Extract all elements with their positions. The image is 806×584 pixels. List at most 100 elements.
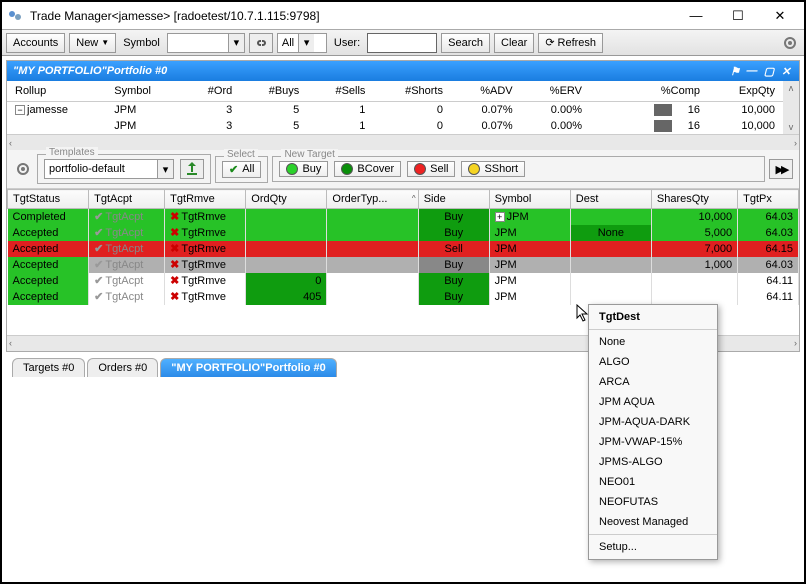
col-erv[interactable]: %ERV <box>521 81 590 102</box>
summary-row[interactable]: JPM 3 5 1 0 0.07% 0.00% 16 10,000 <box>7 118 783 134</box>
col-symbol[interactable]: Symbol <box>106 81 182 102</box>
all-combo[interactable]: All ▾ <box>277 33 327 53</box>
action-bar: Templates portfolio-default ▾ Select ✔ A… <box>7 150 799 189</box>
col-expqty[interactable]: ExpQty <box>708 81 783 102</box>
menu-item[interactable]: JPM-VWAP-15% <box>589 432 717 452</box>
chevron-down-icon[interactable]: ▾ <box>298 34 314 52</box>
symbol-combo[interactable]: ▾ <box>167 33 245 53</box>
fastforward-icon[interactable]: ▶▶ <box>769 159 793 179</box>
menu-item[interactable]: ALGO <box>589 352 717 372</box>
col-adv[interactable]: %ADV <box>451 81 521 102</box>
detail-table: TgtStatus TgtAcpt TgtRmve OrdQty OrderTy… <box>7 189 799 305</box>
darkgreen-dot-icon <box>341 163 353 175</box>
summary-table: Rollup Symbol #Ord #Buys #Sells #Shorts … <box>7 81 783 134</box>
sshort-button[interactable]: SShort <box>461 161 525 177</box>
col-symbol[interactable]: Symbol <box>489 190 570 209</box>
panel-title: "MY PORTFOLIO"Portfolio #0 <box>13 65 167 77</box>
tab-orders[interactable]: Orders #0 <box>87 358 158 377</box>
col-tgtacpt[interactable]: TgtAcpt <box>89 190 165 209</box>
bcover-button[interactable]: BCover <box>334 161 401 177</box>
gear-icon[interactable] <box>13 159 33 179</box>
col-shorts[interactable]: #Shorts <box>373 81 451 102</box>
symbol-input[interactable] <box>168 34 228 52</box>
menu-item[interactable]: None <box>589 332 717 352</box>
col-ordqty[interactable]: OrdQty <box>246 190 327 209</box>
chevron-down-icon: ▼ <box>101 38 109 47</box>
table-row[interactable]: Completed✔TgtAcpt✖TgtRmveBuy+JPM10,00064… <box>8 209 799 225</box>
menu-item[interactable]: JPM-AQUA-DARK <box>589 412 717 432</box>
col-buys[interactable]: #Buys <box>240 81 307 102</box>
col-tgtpx[interactable]: TgtPx <box>738 190 799 209</box>
chevron-down-icon[interactable]: ▾ <box>157 160 173 178</box>
panel-titlebar: "MY PORTFOLIO"Portfolio #0 ⚑ — ▢ ✕ <box>7 61 799 81</box>
tgtdest-context-menu[interactable]: TgtDest NoneALGOARCAJPM AQUAJPM-AQUA-DAR… <box>588 304 718 560</box>
scroll-up-icon[interactable]: ʌ <box>789 83 794 93</box>
main-toolbar: Accounts New ▼ Symbol ▾ All ▾ User: Sear… <box>2 30 804 56</box>
col-dest[interactable]: Dest <box>570 190 651 209</box>
clear-button[interactable]: Clear <box>494 33 534 53</box>
link-icon[interactable] <box>249 33 273 53</box>
col-sells[interactable]: #Sells <box>307 81 373 102</box>
table-row[interactable]: Accepted✔TgtAcpt✖TgtRmveBuyJPM1,00064.03 <box>8 257 799 273</box>
checkmark-icon: ✔ <box>229 163 238 176</box>
table-row[interactable]: Accepted✔TgtAcpt✖TgtRmveBuyJPMNone5,0006… <box>8 225 799 241</box>
col-sharesqty[interactable]: SharesQty <box>651 190 737 209</box>
maximize-button[interactable]: ☐ <box>718 4 758 28</box>
col-tgtrmve[interactable]: TgtRmve <box>165 190 246 209</box>
menu-item[interactable]: JPMS-ALGO <box>589 452 717 472</box>
new-button[interactable]: New ▼ <box>69 33 116 53</box>
user-label: User: <box>331 37 363 49</box>
select-legend: Select <box>224 149 258 160</box>
template-combo[interactable]: portfolio-default ▾ <box>44 159 174 179</box>
h-scrollbar[interactable]: ‹ › <box>7 134 799 150</box>
close-button[interactable]: ✕ <box>760 4 800 28</box>
settings-gear-icon[interactable] <box>780 33 800 53</box>
refresh-icon: ⟳ <box>545 36 554 49</box>
scroll-down-icon[interactable]: v <box>789 122 794 132</box>
menu-item[interactable]: Neovest Managed <box>589 512 717 532</box>
scroll-right-icon[interactable]: › <box>794 138 797 148</box>
panel-min-icon[interactable]: — <box>745 64 759 78</box>
search-button[interactable]: Search <box>441 33 490 53</box>
tab-targets[interactable]: Targets #0 <box>12 358 85 377</box>
scroll-right-icon[interactable]: › <box>794 338 797 348</box>
menu-item[interactable]: JPM AQUA <box>589 392 717 412</box>
col-tgtstatus[interactable]: TgtStatus <box>8 190 89 209</box>
minimize-button[interactable]: — <box>676 4 716 28</box>
buy-button[interactable]: Buy <box>279 161 328 177</box>
v-scrollbar[interactable]: ʌ v <box>783 81 799 134</box>
col-side[interactable]: Side <box>418 190 489 209</box>
menu-item-setup[interactable]: Setup... <box>589 537 717 557</box>
accounts-button[interactable]: Accounts <box>6 33 65 53</box>
refresh-button[interactable]: ⟳ Refresh <box>538 33 603 53</box>
window-titlebar: Trade Manager<jamesse> [radoetest/10.7.1… <box>2 2 804 30</box>
collapse-icon[interactable]: − <box>15 105 25 115</box>
panel-max-icon[interactable]: ▢ <box>762 64 776 78</box>
menu-item[interactable]: NEOFUTAS <box>589 492 717 512</box>
menu-title: TgtDest <box>589 307 717 327</box>
red-dot-icon <box>414 163 426 175</box>
select-all-button[interactable]: ✔ All <box>222 161 261 178</box>
table-row[interactable]: Accepted✔TgtAcpt✖TgtRmve405BuyJPM64.11 <box>8 289 799 305</box>
sell-button[interactable]: Sell <box>407 161 455 177</box>
panel-close-icon[interactable]: ✕ <box>779 64 793 78</box>
scroll-left-icon[interactable]: ‹ <box>9 138 12 148</box>
col-ord[interactable]: #Ord <box>182 81 240 102</box>
symbol-label: Symbol <box>120 37 163 49</box>
save-template-icon[interactable] <box>180 159 204 179</box>
tab-portfolio[interactable]: "MY PORTFOLIO"Portfolio #0 <box>160 358 336 377</box>
menu-item[interactable]: NEO01 <box>589 472 717 492</box>
select-group: Select ✔ All <box>215 156 268 183</box>
newtarget-legend: New Target <box>281 149 337 160</box>
col-rollup[interactable]: Rollup <box>7 81 106 102</box>
chevron-down-icon[interactable]: ▾ <box>228 34 244 52</box>
table-row[interactable]: Accepted✔TgtAcpt✖TgtRmveSellJPM7,00064.1… <box>8 241 799 257</box>
user-input[interactable] <box>367 33 437 53</box>
col-ordertype[interactable]: OrderTyp...^ <box>327 190 418 209</box>
table-row[interactable]: Accepted✔TgtAcpt✖TgtRmve0BuyJPM64.11 <box>8 273 799 289</box>
col-comp[interactable]: %Comp <box>590 81 708 102</box>
scroll-left-icon[interactable]: ‹ <box>9 338 12 348</box>
flag-icon[interactable]: ⚑ <box>728 64 742 78</box>
summary-row[interactable]: −jamesse JPM 3 5 1 0 0.07% 0.00% 16 10,0… <box>7 102 783 119</box>
menu-item[interactable]: ARCA <box>589 372 717 392</box>
